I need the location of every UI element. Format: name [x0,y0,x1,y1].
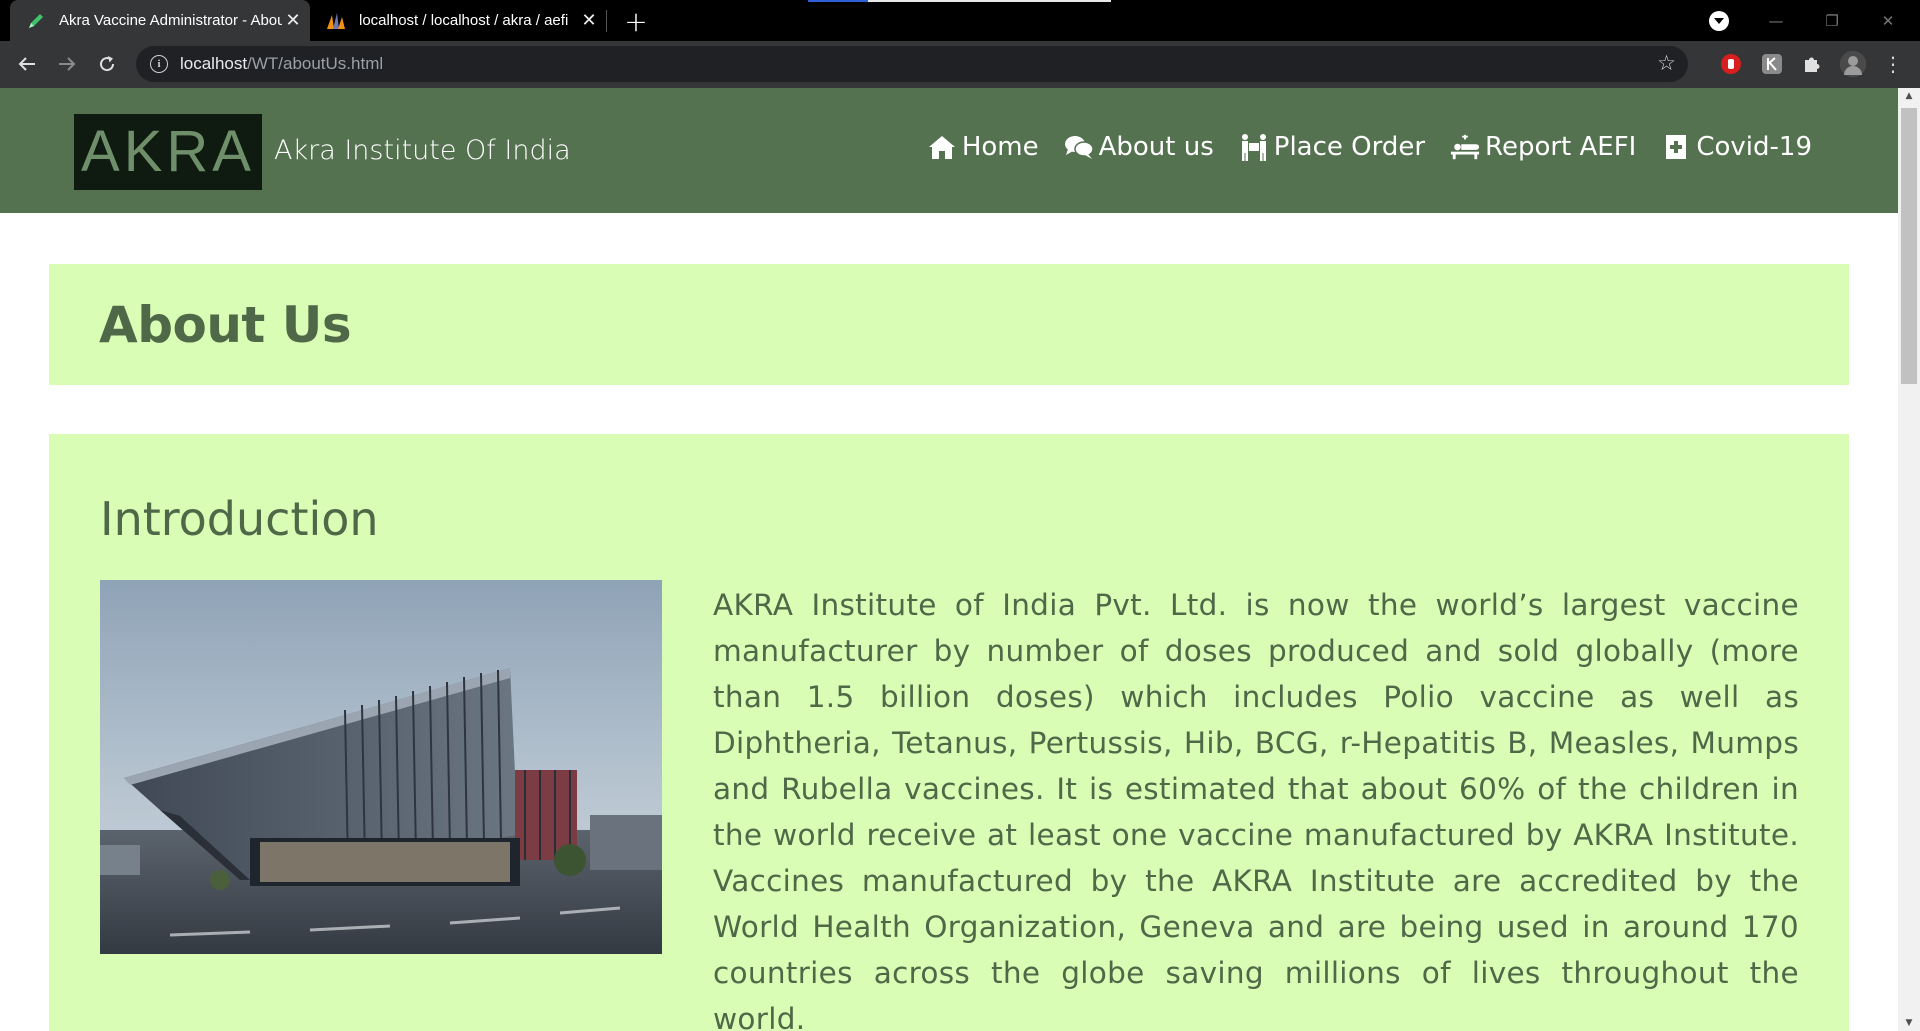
browser-tab-strip: Akra Vaccine Administrator - About Us ✕ … [0,0,1920,41]
tab-divider [606,10,607,32]
browser-menu-icon[interactable]: ⋮ [1876,47,1910,81]
bookmark-star-icon[interactable]: ☆ [1657,51,1676,75]
site-navbar: AKRA Akra Institute Of India Home About … [0,88,1898,213]
restore-button[interactable]: ❐ [1804,0,1860,41]
nav-about-us[interactable]: About us [1064,132,1214,162]
nav-covid-19[interactable]: Covid-19 [1661,132,1812,162]
scroll-down-arrow-icon[interactable]: ▼ [1898,1015,1920,1031]
nav-label: Home [961,132,1039,162]
phpmyadmin-icon [326,11,346,31]
pencil-icon [26,11,46,31]
browser-toolbar: i localhost/WT/aboutUs.html ☆ ⋮ [0,41,1920,88]
scroll-up-arrow-icon[interactable]: ▲ [1898,88,1920,104]
medical-file-icon [1661,132,1691,162]
back-arrow-icon[interactable] [10,47,44,81]
chat-bubbles-icon [1064,132,1094,162]
reload-icon[interactable] [90,47,124,81]
brand-name[interactable]: Akra Institute Of India [274,135,571,166]
nav-place-order[interactable]: Place Order [1239,132,1425,162]
procedures-icon [1450,132,1480,162]
address-bar[interactable]: i localhost/WT/aboutUs.html ☆ [136,46,1688,82]
new-tab-button[interactable]: + [620,5,652,38]
nav-report-aefi[interactable]: Report AEFI [1450,132,1636,162]
page-title: About Us [99,296,352,354]
page-title-banner: About Us [49,264,1849,385]
home-icon [927,132,957,162]
tab-close-icon[interactable]: ✕ [578,10,600,32]
nav-label: Covid-19 [1696,132,1812,162]
forward-arrow-icon[interactable] [50,47,84,81]
nav-label: Place Order [1273,132,1426,162]
site-info-icon[interactable]: i [150,55,168,73]
minimize-button[interactable]: — [1748,0,1804,41]
browser-tab[interactable]: localhost / localhost / akra / aefi ✕ [316,0,606,41]
page-scrollbar[interactable]: ▲ ▼ [1898,88,1920,1031]
section-heading: Introduction [100,492,379,546]
url-text: localhost/WT/aboutUs.html [180,54,383,74]
people-carry-icon [1239,132,1269,162]
scrollbar-thumb[interactable] [1901,108,1917,384]
introduction-paragraph: AKRA Institute of India Pvt. Ltd. is now… [713,588,1799,1031]
nav-home[interactable]: Home [927,132,1039,162]
extension-icon-grey[interactable] [1759,51,1785,77]
introduction-section: Introduction AKRA Institute of India Pvt… [49,434,1849,1031]
page-viewport: AKRA Akra Institute Of India Home About … [0,88,1898,1031]
profile-avatar[interactable] [1840,51,1866,77]
url-path: /WT/aboutUs.html [247,54,384,73]
site-logo[interactable]: AKRA [74,114,262,190]
building-photo [100,580,662,954]
window-close-button[interactable]: ✕ [1860,0,1916,41]
tab-strip-indicator-accent [808,0,868,2]
browser-tab-active[interactable]: Akra Vaccine Administrator - About Us ✕ [10,0,310,41]
extensions-puzzle-icon[interactable] [1799,51,1825,77]
tab-title: Akra Vaccine Administrator - About Us [59,12,282,29]
url-host: localhost [180,54,248,73]
tab-close-icon[interactable]: ✕ [282,10,304,32]
main-menu: Home About us Place Order Report AEFI Co… [902,132,1812,162]
nav-label: Report AEFI [1485,132,1637,162]
tab-search-icon[interactable] [1709,11,1729,31]
logo-text: AKRA [81,119,255,184]
nav-label: About us [1098,132,1214,162]
tab-title: localhost / localhost / akra / aefi [359,12,569,29]
extension-icon-red[interactable] [1718,51,1744,77]
